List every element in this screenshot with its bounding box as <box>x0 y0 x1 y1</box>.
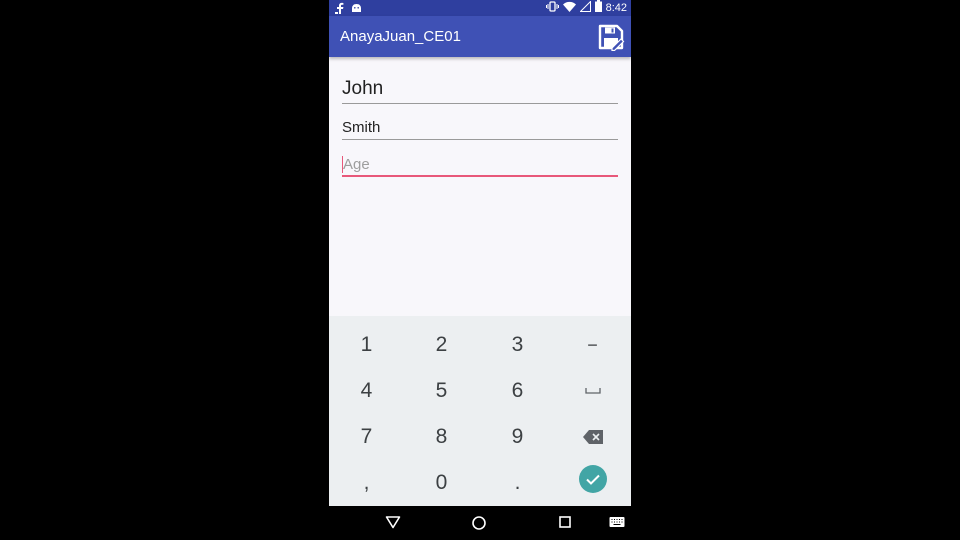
back-icon <box>385 516 401 533</box>
key-0[interactable]: 0 <box>404 460 479 506</box>
key-1[interactable]: 1 <box>329 322 404 368</box>
app-bar: AnayaJuan_CE01 <box>329 16 631 57</box>
key-8[interactable]: 8 <box>404 414 479 460</box>
first-name-value: John <box>342 78 384 99</box>
key-comma[interactable]: , <box>329 460 404 506</box>
backspace-key[interactable] <box>555 414 630 460</box>
key-4[interactable]: 4 <box>329 368 404 414</box>
key-9[interactable]: 9 <box>480 414 555 460</box>
home-button[interactable] <box>471 515 489 531</box>
home-icon <box>471 516 487 535</box>
space-key[interactable] <box>555 368 630 414</box>
save-button[interactable] <box>597 23 625 52</box>
key-minus[interactable]: − <box>555 322 630 368</box>
wifi-icon <box>562 0 576 17</box>
status-bar: 8:42 <box>329 0 631 16</box>
vibrate-icon <box>545 0 559 17</box>
backspace-icon <box>582 430 603 444</box>
navigation-bar <box>329 506 631 540</box>
key-period[interactable]: . <box>480 460 555 506</box>
signal-icon <box>578 0 591 17</box>
save-icon <box>597 24 625 55</box>
keyboard-switch-icon <box>609 515 625 532</box>
key-6[interactable]: 6 <box>480 368 555 414</box>
phone-screen: 8:42 AnayaJuan_CE01 John Smith Age 1 2 3… <box>329 0 631 540</box>
last-name-value: Smith <box>342 119 381 136</box>
done-button-circle <box>578 465 607 493</box>
key-5[interactable]: 5 <box>404 368 479 414</box>
recents-button[interactable] <box>558 515 576 531</box>
key-7[interactable]: 7 <box>329 414 404 460</box>
done-key[interactable] <box>555 456 630 502</box>
key-3[interactable]: 3 <box>480 322 555 368</box>
first-name-field[interactable]: John <box>342 76 618 104</box>
battery-icon <box>594 0 602 17</box>
age-field[interactable]: Age <box>342 154 618 177</box>
numeric-keyboard: 1 2 3 − 4 5 6 7 8 9 , 0 . <box>329 316 631 506</box>
space-icon <box>584 388 601 394</box>
back-button[interactable] <box>385 515 403 531</box>
done-check-icon <box>585 474 600 485</box>
status-time: 8:42 <box>605 2 627 14</box>
age-placeholder: Age <box>343 156 370 173</box>
recents-icon <box>558 516 572 533</box>
app-title: AnayaJuan_CE01 <box>340 28 461 45</box>
key-2[interactable]: 2 <box>404 322 479 368</box>
keyboard-switch-button[interactable] <box>609 515 627 531</box>
last-name-field[interactable]: Smith <box>342 118 618 140</box>
